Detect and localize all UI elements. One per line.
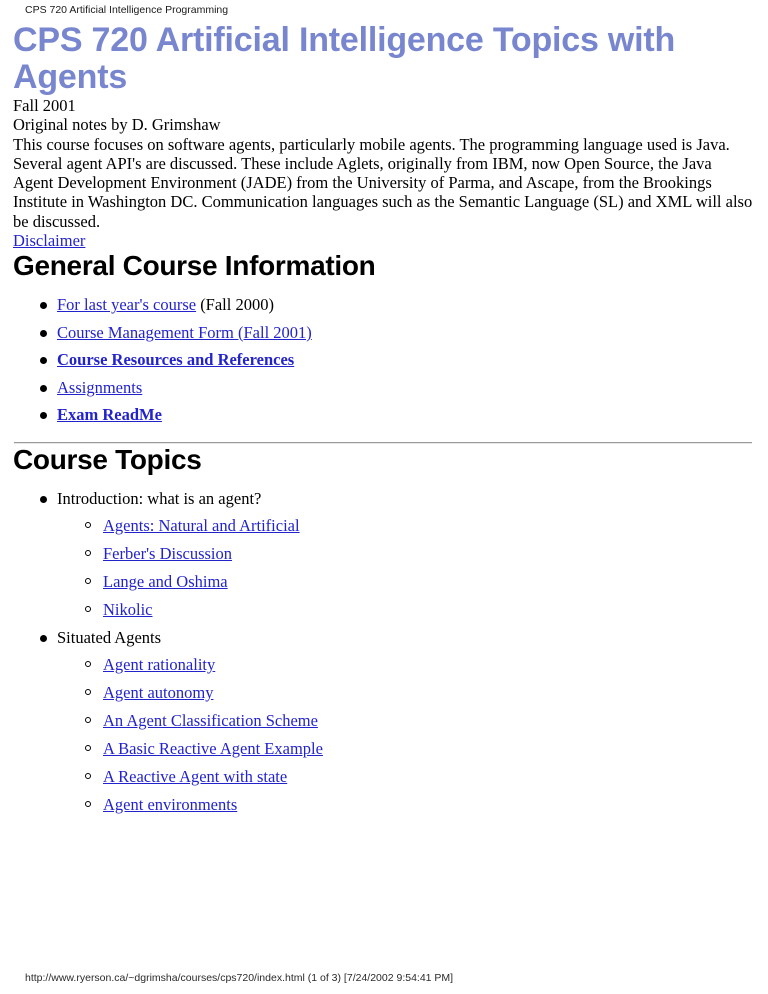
list-item: A Reactive Agent with state	[57, 767, 754, 786]
link-course-resources-and-references[interactable]: Course Resources and References	[57, 350, 294, 369]
list-item: For last year's course (Fall 2000)	[13, 295, 754, 314]
list-item: Assignments	[13, 378, 754, 397]
list-item: Lange and Oshima	[57, 572, 754, 591]
link-nikolic[interactable]: Nikolic	[103, 600, 153, 619]
course-topics-heading: Course Topics	[13, 444, 202, 476]
list-item: Agent environments	[57, 795, 754, 814]
topic-group-introduction: Introduction: what is an agent? Agents: …	[13, 489, 754, 619]
term-label: Fall 2001	[13, 96, 76, 115]
link-agents-natural-and-artificial[interactable]: Agents: Natural and Artificial	[103, 516, 300, 535]
list-item: Exam ReadMe	[13, 405, 754, 424]
list-item: Nikolic	[57, 600, 754, 619]
list-item: Ferber's Discussion	[57, 544, 754, 563]
disclaimer-paragraph: Disclaimer	[13, 231, 754, 250]
link-last-year-course[interactable]: For last year's course	[57, 295, 196, 314]
link-agent-rationality[interactable]: Agent rationality	[103, 655, 215, 674]
link-lange-and-oshima[interactable]: Lange and Oshima	[103, 572, 228, 591]
list-item: Agents: Natural and Artificial	[57, 516, 754, 535]
print-footer-url: http://www.ryerson.ca/~dgrimsha/courses/…	[25, 972, 454, 984]
link-agent-environments[interactable]: Agent environments	[103, 795, 237, 814]
link-assignments[interactable]: Assignments	[57, 378, 142, 397]
list-item: An Agent Classification Scheme	[57, 711, 754, 730]
topic-sublist-introduction: Agents: Natural and Artificial Ferber's …	[57, 516, 754, 619]
course-description: This course focuses on software agents, …	[13, 134, 753, 231]
list-item-suffix: (Fall 2000)	[196, 295, 274, 315]
list-item: Course Resources and References	[13, 350, 754, 369]
topic-sublist-situated-agents: Agent rationality Agent autonomy An Agen…	[57, 655, 754, 814]
link-a-reactive-agent-with-state[interactable]: A Reactive Agent with state	[103, 767, 287, 786]
general-course-information-heading: General Course Information	[13, 250, 376, 282]
topic-group-label: Introduction: what is an agent?	[57, 489, 262, 509]
print-header-title: CPS 720 Artificial Intelligence Programm…	[25, 4, 229, 16]
link-an-agent-classification-scheme[interactable]: An Agent Classification Scheme	[103, 711, 318, 730]
list-item: Course Management Form (Fall 2001)	[13, 323, 754, 342]
link-a-basic-reactive-agent-example[interactable]: A Basic Reactive Agent Example	[103, 739, 323, 758]
attribution-text: Original notes by D. Grimshaw	[13, 115, 221, 135]
page-title: CPS 720 Artificial Intelligence Topics w…	[13, 21, 676, 96]
disclaimer-link[interactable]: Disclaimer	[13, 231, 85, 250]
link-exam-readme[interactable]: Exam ReadMe	[57, 405, 162, 424]
link-agent-autonomy[interactable]: Agent autonomy	[103, 683, 213, 702]
list-item: A Basic Reactive Agent Example	[57, 739, 754, 758]
list-item: Agent rationality	[57, 655, 754, 674]
topic-group-label: Situated Agents	[57, 627, 162, 647]
link-course-management-form[interactable]: Course Management Form (Fall 2001)	[57, 323, 312, 342]
document-body: CPS 720 Artificial Intelligence Topics w…	[0, 22, 768, 822]
list-item: Agent autonomy	[57, 683, 754, 702]
course-topics-list: Introduction: what is an agent? Agents: …	[13, 489, 754, 814]
general-course-information-list: For last year's course (Fall 2000) Cours…	[13, 295, 754, 424]
topic-group-situated-agents: Situated Agents Agent rationality Agent …	[13, 628, 754, 814]
link-ferbers-discussion[interactable]: Ferber's Discussion	[103, 544, 232, 563]
